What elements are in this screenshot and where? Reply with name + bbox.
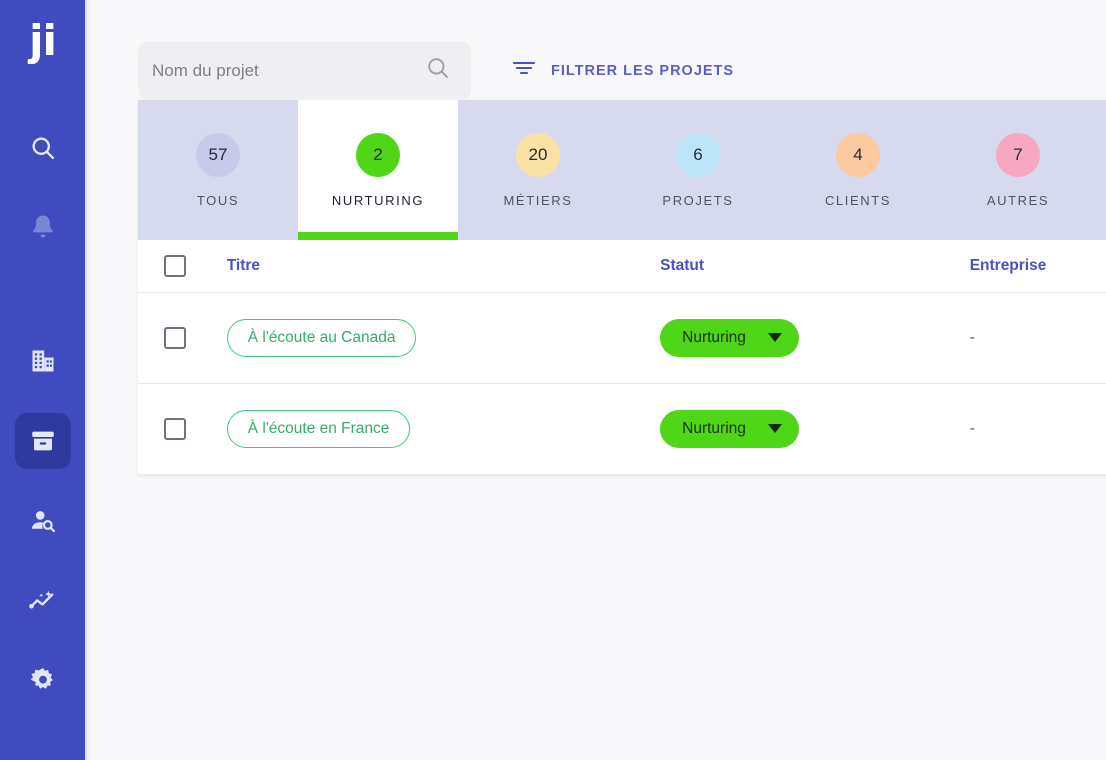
search-icon[interactable] [425, 55, 451, 86]
search-box[interactable] [138, 42, 471, 99]
row-titre-cell: À l'écoute au Canada [227, 292, 660, 383]
table-body: À l'écoute au CanadaNurturing-À l'écoute… [138, 292, 1106, 474]
sidebar-item-companies[interactable] [15, 333, 71, 389]
project-title-chip[interactable]: À l'écoute au Canada [227, 319, 417, 357]
tab-count-badge: 6 [676, 133, 720, 177]
app-logo[interactable]: ji [0, 10, 85, 72]
row-statut-cell: Nurturing [660, 383, 970, 474]
tab-count-badge: 57 [196, 133, 240, 177]
sidebar-item-settings[interactable] [15, 653, 71, 709]
tab-clients[interactable]: 4 CLIENTS [778, 100, 938, 240]
table-row[interactable]: À l'écoute au Canada Nurturing - [138, 292, 1106, 383]
tab-label: TOUS [197, 193, 239, 208]
search-input[interactable] [152, 61, 425, 81]
filter-icon [512, 59, 536, 82]
column-header-statut[interactable]: Statut [660, 240, 970, 292]
status-label: Nurturing [682, 329, 746, 347]
gear-icon [28, 666, 58, 696]
row-titre-cell: À l'écoute en France [227, 383, 660, 474]
sidebar-item-projects[interactable] [15, 413, 71, 469]
tab-mtiers[interactable]: 20 MÉTIERS [458, 100, 618, 240]
row-select-cell[interactable] [138, 383, 227, 474]
row-statut-cell: Nurturing [660, 292, 970, 383]
status-dropdown[interactable]: Nurturing [660, 410, 799, 448]
tab-label: AUTRES [987, 193, 1049, 208]
entreprise-value: - [970, 329, 975, 346]
tab-active-underline [298, 232, 458, 240]
building-icon [29, 347, 57, 375]
app-logo-text: ji [29, 20, 56, 62]
chevron-down-icon [768, 424, 782, 433]
row-checkbox[interactable] [164, 418, 186, 440]
sidebar-item-notifications[interactable] [15, 200, 71, 256]
sidebar-shadow [85, 0, 91, 760]
table-header: Titre Statut Entreprise [138, 240, 1106, 292]
tab-count-badge: 4 [836, 133, 880, 177]
tab-count-badge: 20 [516, 133, 560, 177]
row-checkbox[interactable] [164, 327, 186, 349]
row-entreprise-cell: - [970, 292, 1106, 383]
projects-card: 57 TOUS 2 NURTURING 20 MÉTIERS 6 PROJETS 4 CLIENT… [138, 100, 1106, 475]
sidebar: ji [0, 0, 85, 760]
toolbar: FILTRER LES PROJETS [138, 42, 734, 99]
filter-projects-button[interactable]: FILTRER LES PROJETS [512, 57, 734, 85]
archive-icon [29, 427, 57, 455]
tab-label: NURTURING [332, 193, 424, 208]
status-dropdown[interactable]: Nurturing [660, 319, 799, 357]
select-all-header[interactable] [138, 240, 227, 292]
chevron-down-icon [768, 333, 782, 342]
row-entreprise-cell: - [970, 383, 1106, 474]
table-row[interactable]: À l'écoute en France Nurturing - [138, 383, 1106, 474]
tab-projets[interactable]: 6 PROJETS [618, 100, 778, 240]
sidebar-item-candidates[interactable] [15, 493, 71, 549]
row-select-cell[interactable] [138, 292, 227, 383]
project-title-chip[interactable]: À l'écoute en France [227, 410, 411, 448]
tab-label: CLIENTS [825, 193, 891, 208]
trending-icon [28, 587, 58, 615]
select-all-checkbox[interactable] [164, 255, 186, 277]
tab-count-badge: 7 [996, 133, 1040, 177]
status-label: Nurturing [682, 420, 746, 438]
column-header-titre[interactable]: Titre [227, 240, 660, 292]
column-header-entreprise[interactable]: Entreprise [970, 240, 1106, 292]
tab-label: MÉTIERS [504, 193, 573, 208]
sidebar-item-search[interactable] [15, 120, 71, 176]
entreprise-value: - [970, 420, 975, 437]
tab-count-badge: 2 [356, 133, 400, 177]
tab-label: PROJETS [662, 193, 733, 208]
search-icon [29, 134, 57, 162]
sidebar-item-analytics[interactable] [15, 573, 71, 629]
tab-nurturing[interactable]: 2 NURTURING [298, 100, 458, 240]
tab-tous[interactable]: 57 TOUS [138, 100, 298, 240]
tab-autres[interactable]: 7 AUTRES [938, 100, 1098, 240]
user-search-icon [29, 507, 57, 535]
bell-icon [29, 213, 57, 243]
projects-table: Titre Statut Entreprise À l'écoute au Ca… [138, 240, 1106, 475]
table-header-row: Titre Statut Entreprise [138, 240, 1106, 292]
main-content: FILTRER LES PROJETS 57 TOUS 2 NURTURING 20 MÉ… [85, 0, 1106, 760]
tab-bar: 57 TOUS 2 NURTURING 20 MÉTIERS 6 PROJETS 4 CLIENT… [138, 100, 1106, 240]
filter-projects-label: FILTRER LES PROJETS [551, 63, 734, 79]
